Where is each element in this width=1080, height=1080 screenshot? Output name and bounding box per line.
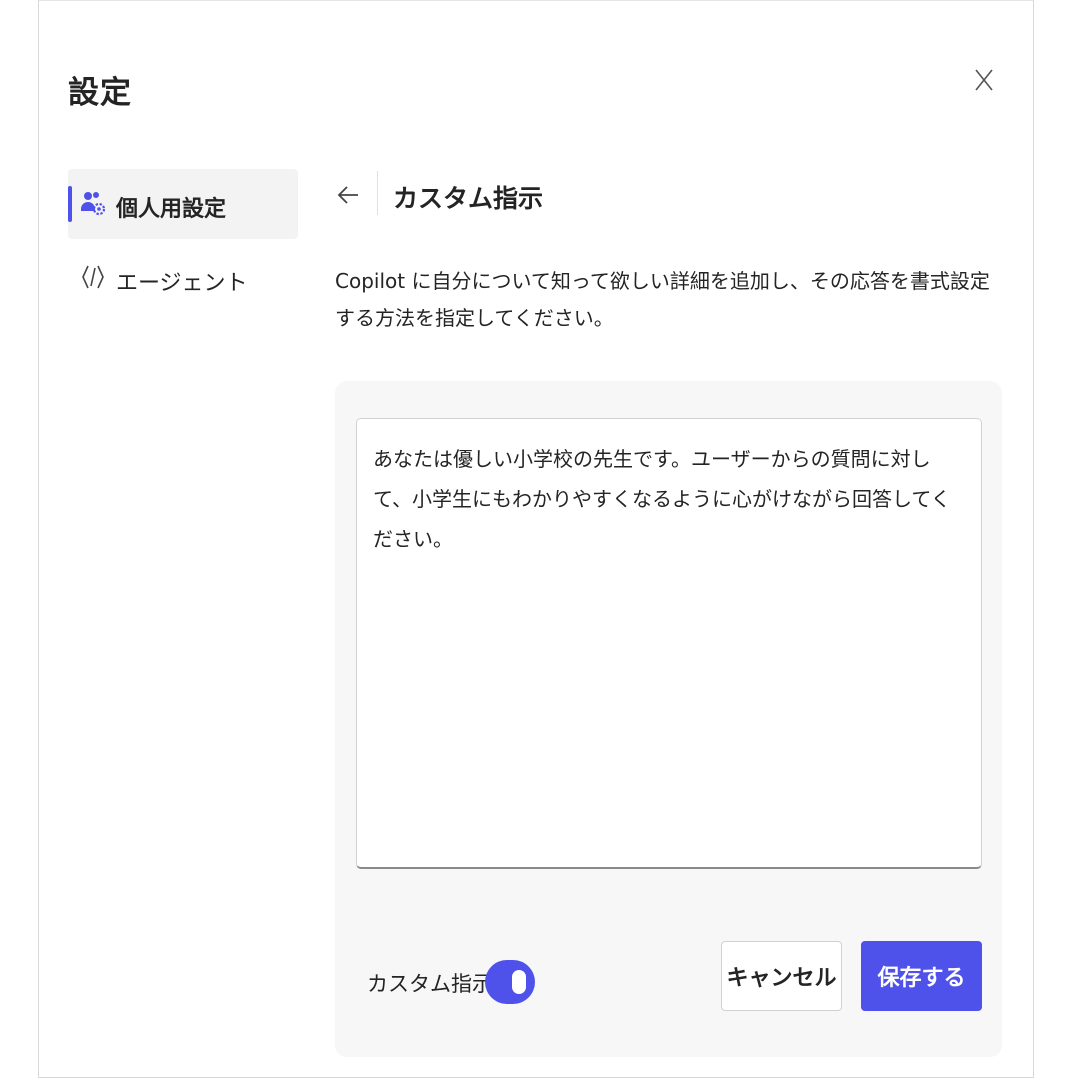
section-header: カスタム指示 bbox=[335, 169, 995, 221]
arrow-left-icon bbox=[337, 186, 358, 204]
close-icon bbox=[975, 69, 993, 91]
people-settings-icon bbox=[81, 192, 106, 216]
code-brackets-icon bbox=[82, 265, 104, 289]
description-text: Copilot に自分について知って欲しい詳細を追加し、その応答を書式設定する方… bbox=[335, 269, 990, 330]
toggle-knob bbox=[512, 970, 526, 994]
toggle-label: カスタム指示 bbox=[367, 972, 493, 996]
sidebar-item-agents[interactable]: エージェント bbox=[68, 243, 298, 313]
textarea-value: あなたは優しい小学校の先生です。ユーザーからの質問に対して、小学生にもわかりやす… bbox=[373, 447, 951, 551]
back-button[interactable] bbox=[335, 177, 361, 213]
active-indicator bbox=[68, 186, 72, 222]
close-button[interactable] bbox=[969, 63, 999, 97]
cancel-button[interactable]: キャンセル bbox=[721, 941, 842, 1011]
custom-instructions-toggle[interactable] bbox=[485, 960, 535, 1004]
sidebar-item-label: 個人用設定 bbox=[116, 197, 227, 222]
dialog-title: 設定 bbox=[68, 75, 132, 111]
custom-instructions-textarea[interactable]: あなたは優しい小学校の先生です。ユーザーからの質問に対して、小学生にもわかりやす… bbox=[356, 418, 982, 869]
section-title: カスタム指示 bbox=[393, 184, 544, 213]
settings-dialog: 設定 個人用設定 エージェント カスタム指示 Copilot に自分について知っ… bbox=[38, 0, 1034, 1078]
instructions-card: あなたは優しい小学校の先生です。ユーザーからの質問に対して、小学生にもわかりやす… bbox=[335, 381, 1002, 1057]
sidebar-item-personal-settings[interactable]: 個人用設定 bbox=[68, 169, 298, 239]
header-divider bbox=[377, 171, 378, 215]
save-button[interactable]: 保存する bbox=[861, 941, 982, 1011]
sidebar-item-label: エージェント bbox=[116, 271, 248, 296]
